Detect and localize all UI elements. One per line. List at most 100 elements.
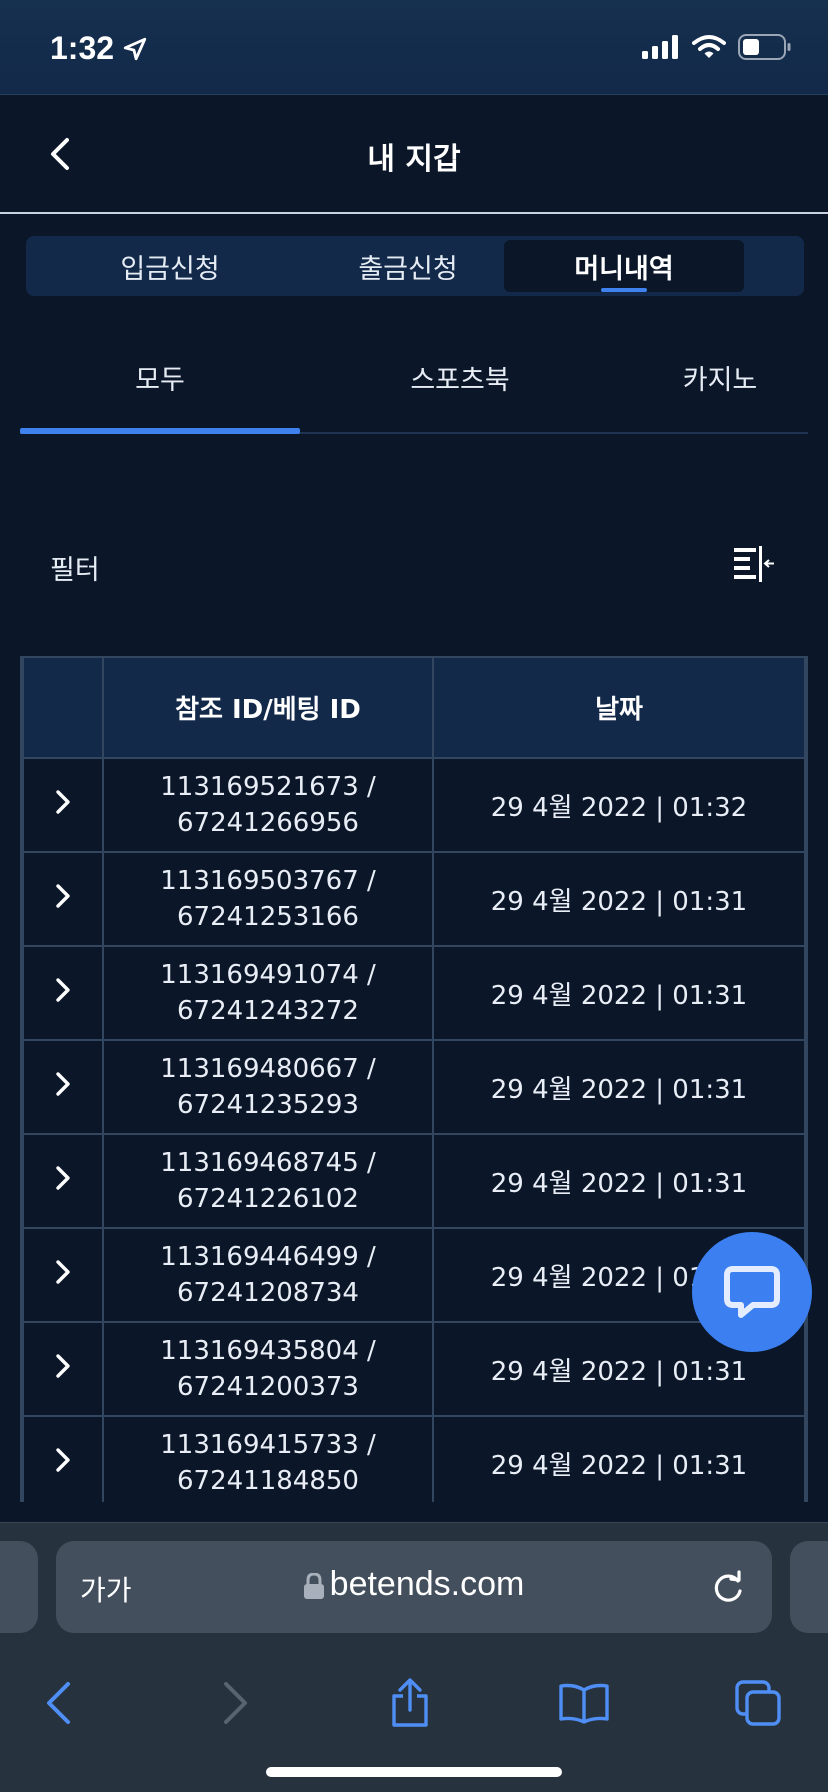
chat-bubble-icon	[724, 1266, 780, 1318]
wifi-icon	[692, 35, 726, 58]
lock-icon	[303, 1573, 324, 1600]
status-bar: 1:32	[0, 0, 828, 95]
status-icons	[642, 34, 792, 60]
table-header-row: 참조 ID/베팅 ID 날짜	[22, 656, 806, 759]
chevron-right-icon	[224, 1682, 247, 1724]
reference-id-cell: 113169415733 / 67241184850	[102, 1415, 434, 1502]
tabs-button[interactable]	[728, 1673, 788, 1733]
chevron-right-icon	[56, 1447, 70, 1472]
bet-id: 67241208734	[177, 1278, 359, 1308]
table-header-expand	[22, 656, 104, 759]
battery-icon	[738, 34, 791, 60]
reference-id-cell: 113169435804 / 67241200373	[102, 1321, 434, 1417]
location-arrow-icon	[123, 37, 147, 60]
date-cell: 29 4월 2022 | 01:31	[432, 1133, 806, 1229]
tab-sportsbook[interactable]: 스포츠북	[320, 358, 600, 397]
chevron-right-icon	[56, 883, 70, 908]
reference-id: 113169435804 /	[160, 1336, 376, 1366]
chevron-right-icon	[56, 977, 70, 1002]
tabs-icon	[735, 1680, 781, 1726]
table-row[interactable]: 113169468745 / 67241226102 29 4월 2022 | 0…	[22, 1133, 806, 1229]
segment-deposit-request[interactable]: 입금신청	[50, 240, 290, 292]
chevron-right-icon	[56, 1165, 70, 1190]
browser-back-button[interactable]	[28, 1673, 88, 1733]
table-row[interactable]: 113169491074 / 67241243272 29 4월 2022 | 0…	[22, 945, 806, 1041]
active-segment-underline	[601, 288, 647, 292]
table-row[interactable]: 113169521673 / 67241266956 29 4월 2022 | 0…	[22, 757, 806, 853]
table-row[interactable]: 113169446499 /67241208734 29 4월 2022 | 0…	[22, 1227, 806, 1323]
page-title: 내 지갑	[367, 142, 461, 177]
previous-tab-peek[interactable]	[0, 1541, 38, 1633]
share-icon	[392, 1678, 428, 1727]
expand-row-button[interactable]	[22, 1133, 104, 1229]
segment-label: 머니내역	[574, 253, 674, 285]
bet-id: 67241253166	[177, 902, 359, 932]
bet-id: 67241200373	[177, 1372, 359, 1402]
segment-label: 출금신청	[358, 253, 458, 285]
tab-casino[interactable]: 카지노	[630, 358, 810, 397]
next-tab-peek[interactable]	[790, 1541, 828, 1633]
bet-id: 67241243272	[177, 996, 359, 1026]
chevron-right-icon	[56, 1071, 70, 1096]
reference-id: 113169491074 /	[160, 960, 376, 990]
tab-all[interactable]: 모두	[20, 358, 300, 397]
filter-sort-icon	[734, 546, 774, 582]
transaction-table: 참조 ID/베팅 ID 날짜 113169521673 / 67241266956…	[20, 656, 808, 1502]
live-chat-button[interactable]	[692, 1232, 812, 1352]
chevron-right-icon	[56, 1259, 70, 1284]
address-bar[interactable]: 가가 betends.com	[56, 1541, 772, 1633]
table-row[interactable]: 113169435804 /67241200373 29 4월 2022 | 0…	[22, 1321, 806, 1417]
bet-id: 67241226102	[177, 1184, 359, 1214]
expand-row-button[interactable]	[22, 757, 104, 853]
open-book-icon	[559, 1683, 609, 1724]
reference-id-cell: 113169503767 / 67241253166	[102, 851, 434, 947]
history-subtabs: 모두 스포츠북 카지노	[20, 330, 808, 434]
expand-row-button[interactable]	[22, 851, 104, 947]
reference-id-cell: 113169521673 / 67241266956	[102, 757, 434, 853]
table-header-reference-id: 참조 ID/베팅 ID	[102, 656, 434, 759]
expand-row-button[interactable]	[22, 1415, 104, 1502]
expand-row-button[interactable]	[22, 1227, 104, 1323]
expand-row-button[interactable]	[22, 1321, 104, 1417]
page-header: 내 지갑	[0, 96, 828, 214]
home-indicator	[266, 1767, 562, 1777]
chevron-left-icon	[47, 1682, 70, 1724]
wallet-segment-control: 입금신청 출금신청 머니내역	[26, 236, 804, 296]
reference-id: 113169503767 /	[160, 866, 376, 896]
reference-id: 113169480667 /	[160, 1054, 376, 1084]
expand-row-button[interactable]	[22, 1039, 104, 1135]
share-button[interactable]	[380, 1673, 440, 1733]
table-row[interactable]: 113169480667 / 67241235293 29 4월 2022 | 0…	[22, 1039, 806, 1135]
url-display[interactable]: betends.com	[56, 1565, 772, 1604]
expand-row-button[interactable]	[22, 945, 104, 1041]
table-row[interactable]: 113169503767 / 67241253166 29 4월 2022 | 0…	[22, 851, 806, 947]
chevron-right-icon	[56, 789, 70, 814]
bet-id: 67241235293	[177, 1090, 359, 1120]
bet-id: 67241266956	[177, 808, 359, 838]
segment-label: 입금신청	[120, 253, 220, 285]
filter-button[interactable]	[734, 544, 776, 584]
chevron-right-icon	[56, 1353, 70, 1378]
date-cell: 29 4월 2022 | 01:31	[432, 1039, 806, 1135]
filter-label: 필터	[50, 555, 100, 586]
tab-label: 스포츠북	[410, 365, 510, 396]
active-tab-indicator	[20, 428, 300, 434]
reference-id-cell: 113169491074 / 67241243272	[102, 945, 434, 1041]
reference-id: 113169468745 /	[160, 1148, 376, 1178]
reference-id: 113169415733 /	[160, 1430, 376, 1460]
status-time: 1:32	[50, 30, 148, 67]
url-text: betends.com	[329, 1565, 525, 1603]
bookmarks-button[interactable]	[554, 1673, 614, 1733]
segment-money-history[interactable]: 머니내역	[504, 240, 744, 292]
reload-button[interactable]	[710, 1567, 746, 1609]
browser-forward-button[interactable]	[206, 1673, 266, 1733]
tab-label: 카지노	[682, 365, 758, 396]
reference-id-cell: 113169468745 / 67241226102	[102, 1133, 434, 1229]
segment-withdraw-request[interactable]: 출금신청	[288, 240, 528, 292]
table-row[interactable]: 113169415733 / 67241184850 29 4월 2022 | 0…	[22, 1415, 806, 1502]
table-header-date: 날짜	[432, 656, 806, 759]
reference-id-cell: 113169480667 / 67241235293	[102, 1039, 434, 1135]
reload-icon	[714, 1570, 742, 1602]
safari-toolbar: 가가 betends.com	[0, 1522, 828, 1792]
date-cell: 29 4월 2022 | 01:31	[432, 1415, 806, 1502]
